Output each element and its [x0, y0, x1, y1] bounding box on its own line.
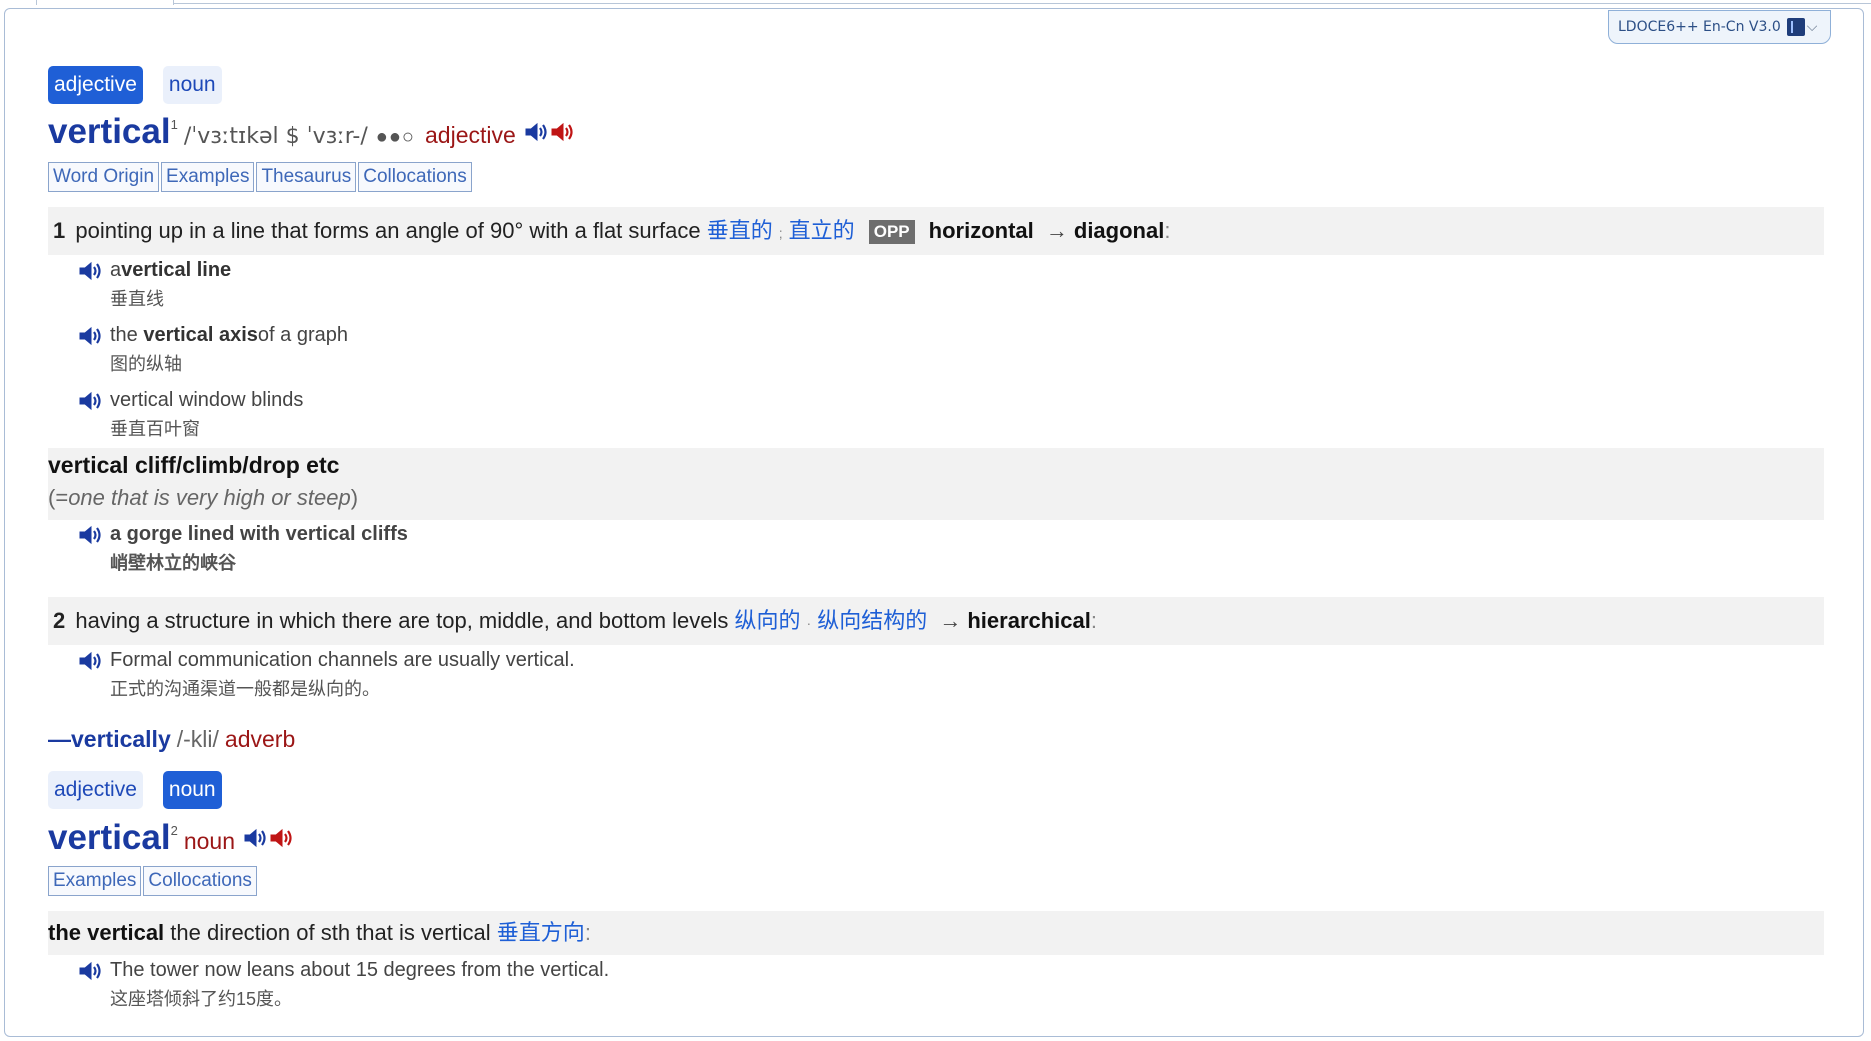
homnum: 1	[170, 117, 178, 132]
translation: 垂直的	[706, 218, 773, 243]
book-icon	[1786, 18, 1805, 36]
dictionary-selector[interactable]: LDOCE6++ En-Cn V3.0 ⌵	[1608, 10, 1831, 44]
headword-line-1: vertical 1 /ˈvɜːtɪkəl $ ˈvɜːr-/ ●●○ adje…	[48, 112, 576, 152]
derived-pos: adverb	[224, 726, 296, 752]
derived-word: —vertically	[48, 726, 171, 752]
speaker-icon[interactable]	[78, 960, 104, 982]
lexical-unit: the vertical	[48, 920, 165, 945]
example-translation: 图的纵轴	[110, 354, 182, 374]
example-text: of a graph	[257, 324, 348, 346]
example-text: a	[110, 259, 122, 281]
example-translation: 垂直百叶窗	[110, 419, 200, 439]
colon: :	[1090, 608, 1097, 633]
definition: the direction of sth that is vertical	[170, 920, 491, 945]
example-text: a gorge lined with vertical cliffs	[110, 523, 408, 545]
example-text: the	[110, 324, 138, 346]
active-tab[interactable]	[36, 0, 174, 5]
speaker-icon[interactable]	[78, 390, 104, 412]
collocation-gloss: (=one that is very high or steep)	[48, 485, 359, 510]
example-translation: 这座塔倾斜了约15度。	[110, 989, 293, 1009]
speaker-icon[interactable]	[78, 650, 104, 672]
derived-form: —vertically/-kli/adverb	[48, 726, 295, 753]
arrow-icon: →	[1045, 218, 1068, 243]
example-text: vertical window blinds	[110, 389, 304, 411]
tab-strip-line	[172, 3, 1871, 4]
sense-number: 1	[53, 218, 66, 243]
pos-tabs-entry-1: adjective noun	[48, 66, 222, 104]
sense-1: 1 pointing up in a line that forms an an…	[48, 207, 1824, 255]
sense-noun-1: the vertical the direction of sth that i…	[48, 911, 1824, 955]
link-word-origin[interactable]: Word Origin	[48, 162, 160, 192]
opposite-badge: OPP	[868, 220, 915, 245]
related-word[interactable]: diagonal	[1074, 218, 1164, 243]
speaker-uk-icon[interactable]	[243, 827, 269, 849]
tab-noun[interactable]: noun	[162, 66, 222, 104]
separator: ;	[778, 225, 783, 241]
homnum: 2	[170, 823, 178, 838]
example-translation: 正式的沟通渠道一般都是纵向的。	[110, 679, 380, 699]
speaker-uk-icon[interactable]	[524, 121, 550, 143]
derived-pron: /-kli/	[176, 726, 219, 752]
link-thesaurus[interactable]: Thesaurus	[256, 162, 357, 192]
example-2: the vertical axis of a graph 图的纵轴	[78, 324, 348, 376]
example-collocation: vertical axis	[143, 324, 258, 346]
dictionary-label: LDOCE6++ En-Cn V3.0	[1618, 19, 1781, 35]
example-3: vertical window blinds 垂直百叶窗	[78, 389, 303, 441]
entry-1-link-bar: Word Origin Examples Thesaurus Collocati…	[48, 162, 474, 192]
headword: vertical	[48, 112, 171, 151]
link-examples[interactable]: Examples	[161, 162, 255, 192]
translation: 直立的	[788, 218, 855, 243]
example-text: Formal communication channels are usuall…	[110, 649, 575, 671]
example-collocation: vertical line	[121, 259, 232, 281]
colon: :	[584, 920, 591, 945]
part-of-speech: adjective	[425, 122, 516, 148]
speaker-us-icon[interactable]	[269, 827, 295, 849]
example-translation: 峭壁林立的峡谷	[110, 553, 236, 573]
tab-strip	[0, 0, 1871, 6]
speaker-icon[interactable]	[78, 260, 104, 282]
tab-noun[interactable]: noun	[162, 771, 222, 809]
colon: :	[1164, 218, 1171, 243]
related-word[interactable]: hierarchical	[967, 608, 1091, 633]
pronunciation: /ˈvɜːtɪkəl $ ˈvɜːr-/	[183, 124, 368, 149]
definition: pointing up in a line that forms an angl…	[75, 218, 701, 243]
link-examples[interactable]: Examples	[48, 866, 142, 896]
separator: ·	[806, 615, 812, 631]
sense-number: 2	[53, 608, 66, 633]
link-collocations[interactable]: Collocations	[143, 866, 257, 896]
pos-tabs-entry-2: adjective noun	[48, 771, 222, 809]
tab-adjective[interactable]: adjective	[48, 66, 143, 104]
translation: 垂直方向	[496, 920, 585, 945]
translation: 纵向结构的	[817, 608, 928, 633]
speaker-icon[interactable]	[78, 325, 104, 347]
opposite-word[interactable]: horizontal	[929, 218, 1034, 243]
link-collocations[interactable]: Collocations	[358, 162, 472, 192]
speaker-us-icon[interactable]	[550, 121, 576, 143]
example-translation: 垂直线	[110, 289, 164, 309]
collocation-example: a gorge lined with vertical cliffs 峭壁林立的…	[78, 523, 408, 575]
speaker-icon[interactable]	[78, 524, 104, 546]
part-of-speech: noun	[183, 828, 235, 854]
chevron-down-icon[interactable]: ⌵	[1807, 19, 1818, 35]
arrow-icon: →	[939, 608, 962, 633]
example-4: Formal communication channels are usuall…	[78, 649, 575, 701]
collocation-box: vertical cliff/climb/drop etc (=one that…	[48, 448, 1824, 520]
headword: vertical	[48, 818, 171, 857]
definition: having a structure in which there are to…	[75, 608, 729, 633]
entry-2-link-bar: Examples Collocations	[48, 866, 259, 896]
example-1: a vertical line 垂直线	[78, 259, 231, 311]
frequency-dots: ●●○	[375, 126, 416, 148]
translation: 纵向的	[734, 608, 801, 633]
sense-2: 2 having a structure in which there are …	[48, 597, 1824, 645]
collocation-head: vertical cliff/climb/drop etc	[48, 452, 340, 478]
tab-adjective[interactable]: adjective	[48, 771, 143, 809]
example-5: The tower now leans about 15 degrees fro…	[78, 959, 609, 1011]
example-text: The tower now leans about 15 degrees fro…	[110, 959, 610, 981]
headword-line-2: vertical 2 noun	[48, 818, 295, 858]
